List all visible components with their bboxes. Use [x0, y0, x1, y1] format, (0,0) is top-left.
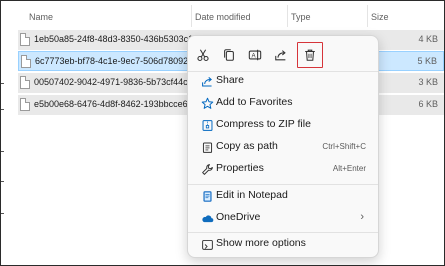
file-icon	[21, 55, 31, 68]
menu-item-properties[interactable]: Properties Alt+Enter	[194, 159, 374, 179]
file-icon	[20, 98, 30, 111]
file-name: 1eb50a85-24f8-48d3-8350-436b5303c123	[34, 34, 200, 44]
menu-item-compress-zip[interactable]: Compress to ZIP file	[194, 115, 374, 135]
context-menu: A Share Add to Favorites Compress to ZIP…	[187, 35, 379, 258]
menu-item-edit-in-notepad[interactable]: Edit in Notepad	[194, 186, 374, 206]
column-name-header[interactable]: Name	[29, 11, 53, 23]
share-icon	[275, 50, 286, 61]
cut-button[interactable]	[191, 43, 215, 67]
menu-item-label: Add to Favorites	[216, 96, 293, 108]
notepad-icon	[200, 189, 214, 203]
share-icon	[200, 74, 214, 88]
edge-tick	[1, 213, 4, 214]
wrench-icon	[200, 162, 214, 176]
column-date-modified-header[interactable]: Date modified	[195, 11, 251, 23]
cut-icon	[197, 49, 209, 62]
menu-item-label: Compress to ZIP file	[216, 118, 311, 130]
menu-item-label: Properties	[216, 162, 264, 174]
menu-item-show-more-options[interactable]: Show more options	[194, 234, 374, 254]
rename-button[interactable]: A	[243, 43, 267, 67]
column-divider[interactable]	[287, 5, 288, 27]
file-size: 4 KB	[418, 34, 438, 44]
menu-item-copy-as-path[interactable]: Copy as path Ctrl+Shift+C	[194, 137, 374, 157]
edge-tick	[1, 151, 4, 152]
file-icon	[20, 33, 30, 46]
file-size: 5 KB	[417, 56, 437, 66]
column-divider[interactable]	[191, 5, 192, 27]
copy-button[interactable]	[217, 43, 241, 67]
column-size-header[interactable]: Size	[371, 11, 389, 23]
more-options-icon	[200, 237, 214, 251]
edge-tick	[1, 181, 4, 182]
onedrive-icon	[200, 211, 214, 225]
rename-icon: A	[248, 49, 262, 61]
menu-item-shortcut: Alt+Enter	[332, 164, 366, 173]
delete-icon	[305, 49, 315, 61]
menu-item-shortcut: Ctrl+Shift+C	[322, 142, 366, 151]
file-size: 6 KB	[418, 99, 438, 109]
file-icon	[20, 76, 30, 89]
menu-item-onedrive[interactable]: OneDrive ›	[194, 208, 374, 228]
menu-item-label: Edit in Notepad	[216, 189, 288, 201]
menu-item-label: Copy as path	[216, 140, 278, 152]
file-name: 6c7773eb-bf78-4c1e-9ec7-506d78092b74	[35, 56, 201, 66]
chevron-right-icon: ›	[360, 211, 364, 223]
column-type-header[interactable]: Type	[291, 11, 311, 23]
file-explorer-window: Name Date modified Type Size 1eb50a85-24…	[0, 0, 445, 266]
menu-item-label: Share	[216, 74, 245, 86]
share-button[interactable]	[269, 43, 293, 67]
file-name: 00507402-9042-4971-9836-5b73cf44cf65	[34, 77, 200, 87]
edge-tick	[1, 83, 4, 84]
menu-item-add-to-favorites[interactable]: Add to Favorites	[194, 93, 374, 113]
menu-item-share[interactable]: Share	[194, 71, 374, 91]
star-icon	[200, 96, 214, 110]
file-size: 3 KB	[418, 77, 438, 87]
file-name: e5b00e68-6476-4d8f-8462-193bbcce6b73	[34, 99, 200, 109]
menu-separator	[188, 232, 378, 233]
copy-path-icon	[200, 140, 214, 154]
menu-item-label: Show more options	[216, 237, 306, 249]
delete-button[interactable]	[297, 42, 323, 68]
menu-separator	[188, 184, 378, 185]
copy-icon	[224, 49, 234, 61]
column-header: Name Date modified Type Size	[1, 1, 444, 27]
column-divider[interactable]	[367, 5, 368, 27]
zip-icon	[200, 118, 214, 132]
edge-tick	[1, 109, 4, 110]
menu-item-label: OneDrive	[216, 211, 261, 223]
